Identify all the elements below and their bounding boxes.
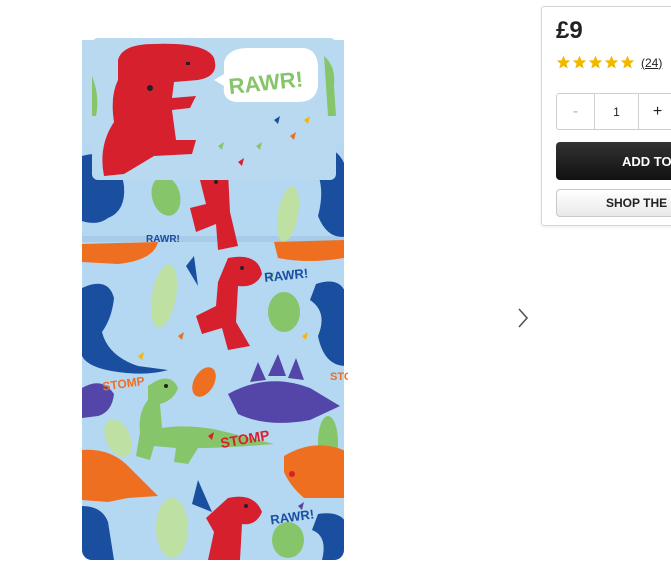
star-icon (572, 55, 587, 69)
shop-the-range-button[interactable]: SHOP THE RANGE (556, 189, 671, 217)
star-icon (588, 55, 603, 69)
star-icon (556, 55, 571, 69)
star-icon (620, 55, 635, 69)
fold-rawr-text: RAWR! (146, 234, 180, 245)
quantity-increase-button[interactable]: + (638, 94, 671, 129)
duvet-print (82, 142, 344, 560)
review-close-paren: ) (658, 55, 663, 70)
star-icon (604, 55, 619, 69)
quantity-decrease-button[interactable]: - (557, 94, 595, 129)
review-count-link[interactable]: (24) (641, 56, 662, 70)
buy-panel: £9 (24) - + ADD TO BASKET SHOP THE RANGE (541, 6, 671, 226)
stomp-right-text: STO (330, 371, 348, 383)
chevron-right-icon[interactable] (512, 304, 534, 332)
price: £9 (556, 17, 583, 44)
review-count: 24 (645, 55, 659, 70)
quantity-input[interactable] (595, 94, 638, 129)
add-to-basket-button[interactable]: ADD TO BASKET (556, 142, 671, 180)
rating: (24) (556, 55, 662, 70)
pillow-print (92, 38, 336, 180)
product-image: RAWR! RAWR! RAWR! STOMP STOMP STO RAWR! (78, 36, 353, 562)
quantity-stepper: - + (556, 93, 671, 130)
star-rating (556, 55, 635, 70)
